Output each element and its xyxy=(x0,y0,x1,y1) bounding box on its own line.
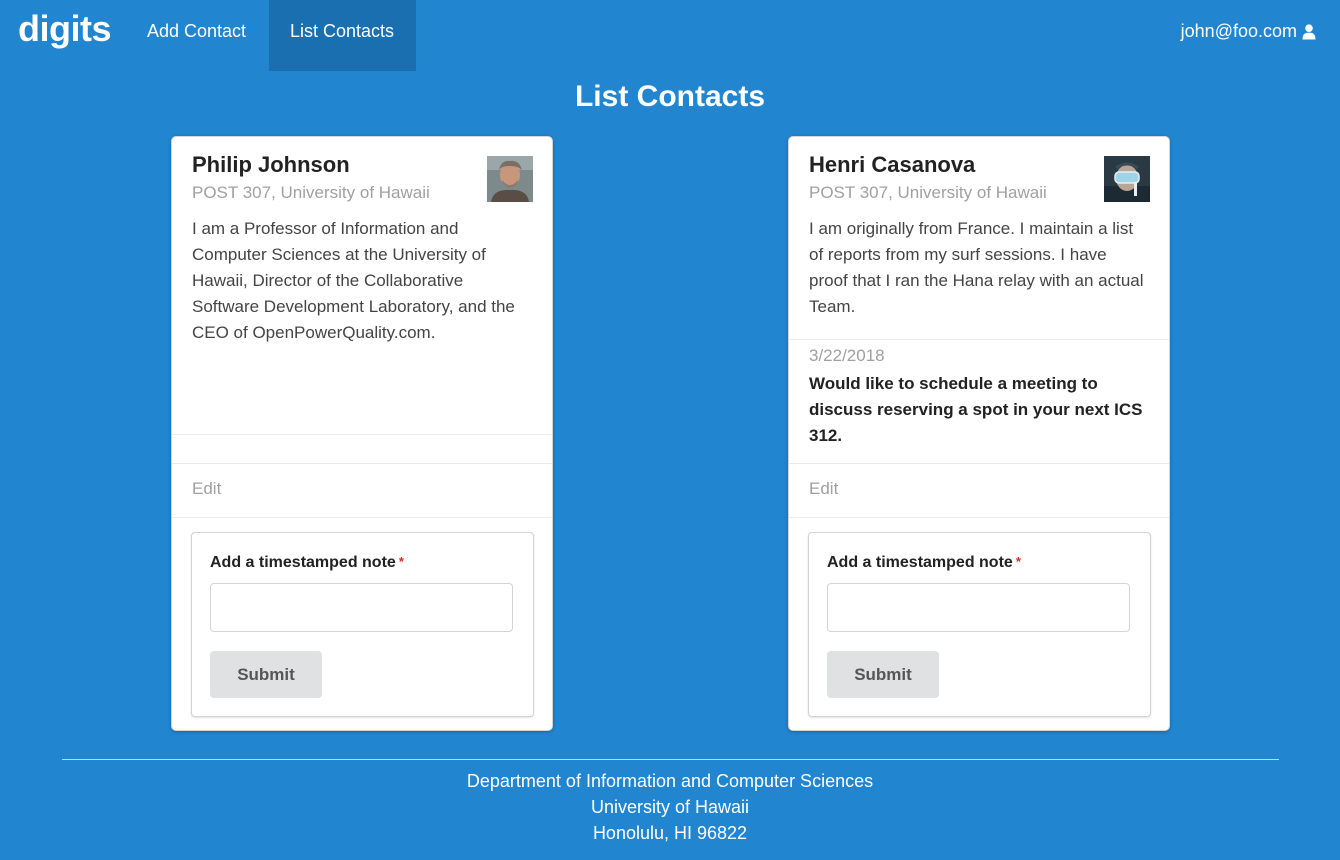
contact-address: POST 307, University of Hawaii xyxy=(809,183,1047,202)
footer-location: Honolulu, HI 96822 xyxy=(592,823,748,843)
edit-link[interactable]: Edit xyxy=(809,479,838,499)
note-form: Add a timestamped note * Submit xyxy=(808,532,1151,717)
user-email: john@foo.com xyxy=(1180,21,1297,41)
note-field-label: Add a timestamped note * xyxy=(210,554,404,571)
submit-button[interactable]: Submit xyxy=(210,651,322,698)
contact-address: POST 307, University of Hawaii xyxy=(192,183,430,202)
nav-add-contact[interactable]: Add Contact xyxy=(125,0,268,71)
brand-logo[interactable]: digits xyxy=(18,8,112,50)
footer-department: Department of Information and Computer S… xyxy=(466,771,874,791)
page-title: List Contacts xyxy=(574,80,766,113)
contact-avatar xyxy=(487,156,533,202)
top-navbar: digits Add Contact List Contacts john@fo… xyxy=(0,0,1340,71)
note-field-label: Add a timestamped note * xyxy=(827,554,1021,571)
footer: Department of Information and Computer S… xyxy=(0,768,1340,846)
required-mark: * xyxy=(398,554,404,569)
user-icon xyxy=(1302,23,1316,39)
footer-university: University of Hawaii xyxy=(590,797,750,817)
card-divider xyxy=(172,463,552,464)
note-text: Would like to schedule a meeting to disc… xyxy=(809,374,1143,445)
contact-card: Philip Johnson POST 307, University of H… xyxy=(171,136,553,731)
contact-avatar xyxy=(1104,156,1150,202)
note-date: 3/22/2018 xyxy=(809,346,885,365)
card-divider xyxy=(172,517,552,518)
card-divider xyxy=(789,339,1169,340)
contact-description: I am a Professor of Information and Comp… xyxy=(192,219,515,342)
contact-name: Henri Casanova xyxy=(809,152,976,177)
contact-name: Philip Johnson xyxy=(192,152,350,177)
note-input[interactable] xyxy=(210,583,513,632)
submit-button[interactable]: Submit xyxy=(827,651,939,698)
card-divider xyxy=(172,434,552,435)
nav-list-contacts[interactable]: List Contacts xyxy=(269,0,416,71)
contact-card: Henri Casanova POST 307, University of H… xyxy=(788,136,1170,731)
note-input[interactable] xyxy=(827,583,1130,632)
footer-divider xyxy=(62,759,1279,760)
card-divider xyxy=(789,463,1169,464)
user-menu[interactable]: john@foo.com xyxy=(1181,21,1316,42)
required-mark: * xyxy=(1015,554,1021,569)
contact-description: I am originally from France. I maintain … xyxy=(809,219,1144,316)
note-form: Add a timestamped note * Submit xyxy=(191,532,534,717)
card-divider xyxy=(789,517,1169,518)
edit-link[interactable]: Edit xyxy=(192,479,221,499)
